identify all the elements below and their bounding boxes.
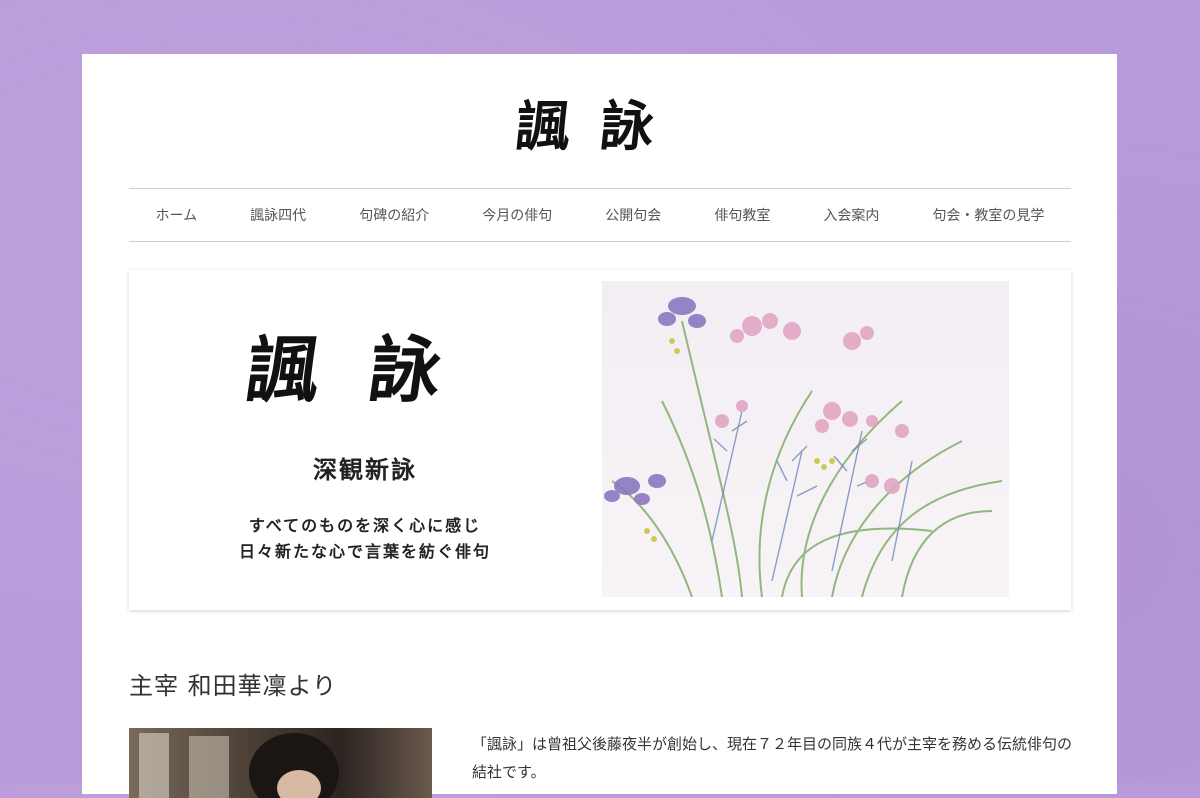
flower-painting (602, 281, 1009, 597)
nav-item-monuments[interactable]: 句碑の紹介 (359, 205, 429, 225)
nav-item-four-generations[interactable]: 諷詠四代 (250, 205, 306, 225)
nav-item-public-kukai[interactable]: 公開句会 (605, 205, 661, 225)
hero-tagline-1: すべてのものを深く心に感じ (248, 516, 482, 535)
hero-motto: 深観新詠 (313, 455, 417, 484)
hero-calligraphy: 諷詠 (241, 327, 498, 412)
page-container: 諷詠 ホーム 諷詠四代 句碑の紹介 今月の俳句 公開句会 俳句教室 入会案内 句… (82, 54, 1117, 798)
site-logo-text: 諷詠 (512, 94, 687, 158)
nav-item-haiku-class[interactable]: 俳句教室 (714, 205, 770, 225)
flower-painting-svg (604, 297, 1003, 597)
nav-item-monthly-haiku[interactable]: 今月の俳句 (482, 205, 552, 225)
portrait-photo-svg (139, 733, 339, 798)
site-logo[interactable]: 諷詠 (82, 90, 1117, 162)
section-title: 主宰 和田華凜より (129, 672, 338, 700)
hero-text-panel: 諷詠 深観新詠 すべてのものを深く心に感じ 日々新たな心で言葉を紡ぐ俳句 (129, 270, 601, 610)
hero-banner: 諷詠 深観新詠 すべてのものを深く心に感じ 日々新たな心で言葉を紡ぐ俳句 (129, 270, 1071, 610)
portrait-photo (129, 728, 432, 798)
hero-tagline-2: 日々新たな心で言葉を紡ぐ俳句 (238, 542, 491, 561)
nav-item-home[interactable]: ホーム (156, 205, 198, 225)
nav-item-membership[interactable]: 入会案内 (823, 205, 879, 225)
nav-item-visit[interactable]: 句会・教室の見学 (932, 205, 1044, 225)
main-nav: ホーム 諷詠四代 句碑の紹介 今月の俳句 公開句会 俳句教室 入会案内 句会・教… (129, 188, 1071, 242)
intro-text: 「諷詠」は曾祖父後藤夜半が創始し、現在７２年目の同族４代が主宰を務める伝統俳句の… (472, 735, 1073, 781)
